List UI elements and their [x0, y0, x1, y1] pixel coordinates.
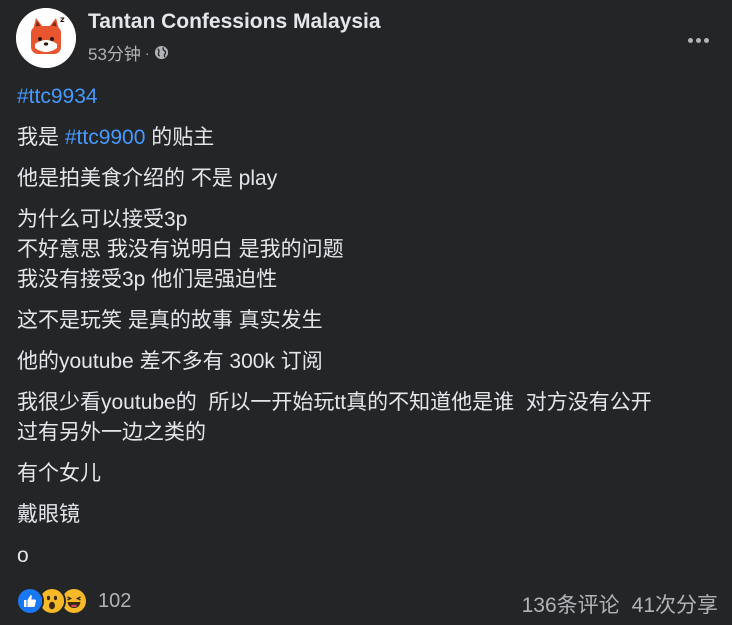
hashtag-link[interactable]: #ttc9900: [65, 126, 146, 149]
shares-count-link[interactable]: 41次分享: [632, 589, 718, 619]
post-card: z Tantan Confessions Malaysia 53分钟 · #tt…: [0, 0, 732, 625]
more-horizontal-icon: [687, 37, 693, 43]
comments-count-link[interactable]: 136条评论: [522, 589, 620, 619]
post-footer: 102 136条评论 41次分享: [16, 584, 718, 620]
hashtag-link[interactable]: #ttc9934: [17, 85, 98, 108]
post-paragraph: 这不是玩笑 是真的故事 真实发生: [17, 309, 323, 332]
post-line: 我没有接受3p 他们是强迫性: [17, 268, 278, 291]
post-paragraph: #ttc9934: [17, 82, 717, 112]
post-paragraph: 为什么可以接受3p 不好意思 我没有说明白 是我的问题 我没有接受3p 他们是强…: [17, 205, 717, 295]
like-icon: [16, 587, 44, 615]
post-header: z Tantan Confessions Malaysia 53分钟 ·: [16, 8, 716, 70]
post-paragraph: 他是拍美食介绍的 不是 play: [17, 167, 278, 190]
more-options-button[interactable]: [680, 22, 716, 58]
fox-logo-icon: z: [16, 8, 76, 68]
post-line: 我很少看youtube的 所以一开始玩tt真的不知道他是谁 对方没有公开: [17, 391, 652, 414]
post-paragraph: 我很少看youtube的 所以一开始玩tt真的不知道他是谁 对方没有公开 过有另…: [17, 388, 717, 448]
post-time[interactable]: 53分钟: [88, 40, 141, 65]
post-meta: 53分钟 ·: [88, 40, 169, 65]
post-stats: 136条评论 41次分享: [522, 589, 718, 619]
post-paragraph: 有个女儿: [17, 462, 101, 485]
page-name[interactable]: Tantan Confessions Malaysia: [88, 10, 381, 34]
meta-separator: ·: [144, 44, 150, 61]
post-body: #ttc9934 我是 #ttc9900 的贴主 他是拍美食介绍的 不是 pla…: [17, 82, 717, 582]
post-line: 为什么可以接受3p: [17, 208, 188, 231]
globe-icon[interactable]: [154, 45, 169, 60]
post-paragraph: 戴眼镜: [17, 503, 80, 526]
post-paragraph: 我是 #ttc9900 的贴主: [17, 126, 215, 149]
post-line: 过有另外一边之类的: [17, 421, 206, 444]
reactions-summary[interactable]: 102: [16, 587, 131, 615]
svg-text:z: z: [60, 15, 65, 24]
post-line: 不好意思 我没有说明白 是我的问题: [17, 238, 344, 261]
post-paragraph: o: [17, 544, 29, 567]
post-paragraph: 他的youtube 差不多有 300k 订阅: [17, 350, 323, 373]
page-avatar[interactable]: z: [16, 8, 76, 68]
reaction-count: 102: [98, 589, 132, 612]
